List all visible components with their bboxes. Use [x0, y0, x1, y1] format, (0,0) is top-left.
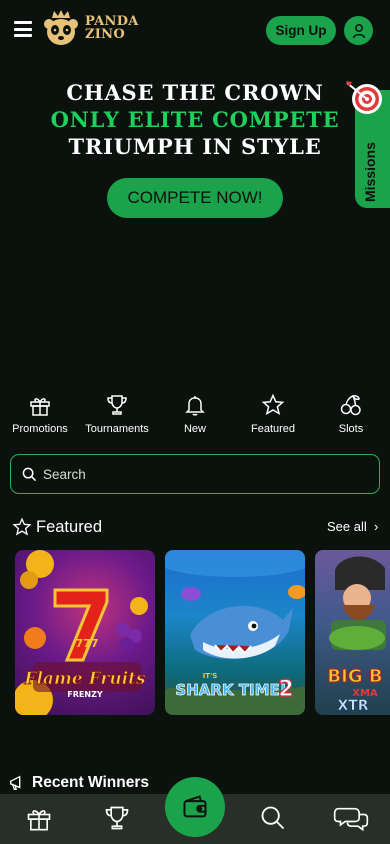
- cherries-icon: [340, 395, 361, 416]
- trophy-icon: [105, 806, 129, 830]
- hero-banner: CHASE THE CROWN ONLY ELITE COMPETE TRIUM…: [0, 62, 390, 382]
- bell-icon: [185, 396, 205, 416]
- game-title: SHARK TIME!: [175, 681, 286, 699]
- user-icon: [352, 23, 365, 38]
- logo[interactable]: PANDA ZINO: [40, 8, 139, 48]
- top-bar: PANDA ZINO Sign Up: [0, 0, 390, 62]
- user-account-button[interactable]: [344, 16, 373, 45]
- missions-label: Missions: [362, 142, 378, 202]
- game-thumbnail: 777 Flame Fruits FRENZY: [15, 550, 148, 715]
- category-label: New: [183, 423, 206, 435]
- target-icon: [346, 81, 382, 114]
- game-card-big-bass-xmas-xtreme[interactable]: BIG B XMA XTR: [315, 550, 390, 715]
- chat-icon: [333, 807, 369, 832]
- wallet-icon: [183, 795, 207, 818]
- game-card-flame-fruits[interactable]: 777 Flame Fruits FRENZY: [15, 550, 155, 715]
- game-title: BIG B: [327, 666, 382, 687]
- hero-line-3: TRIUMPH IN STYLE: [68, 134, 322, 159]
- nav-chat[interactable]: [333, 804, 369, 837]
- game-title-prefix: IT'S: [203, 672, 218, 680]
- star-icon: [261, 393, 285, 416]
- hero-line-2: ONLY ELITE COMPETE: [50, 107, 340, 132]
- category-label: Promotions: [12, 423, 68, 435]
- nav-promotions[interactable]: [25, 804, 53, 837]
- category-featured[interactable]: Featured: [233, 393, 313, 435]
- compete-now-button[interactable]: COMPETE NOW!: [107, 178, 283, 218]
- search-input[interactable]: [43, 464, 363, 484]
- see-all-label: See all: [327, 519, 367, 534]
- game-title: Flame Fruits: [23, 669, 146, 689]
- recent-winners-header: Recent Winners: [8, 774, 149, 792]
- menu-icon[interactable]: [14, 21, 32, 37]
- star-icon: [12, 517, 32, 536]
- hero-line-1: CHASE THE CROWN: [66, 80, 324, 105]
- game-badge: 777: [76, 637, 99, 650]
- see-all-link[interactable]: See all ›: [327, 519, 378, 534]
- sign-up-button[interactable]: Sign Up: [266, 16, 336, 45]
- game-subtitle: FRENZY: [67, 690, 103, 699]
- game-card-shark-time-2[interactable]: IT'S SHARK TIME! 2: [165, 550, 305, 715]
- game-thumbnail: IT'S SHARK TIME! 2: [165, 550, 305, 715]
- game-title-number: 2: [278, 677, 293, 702]
- category-label: Tournaments: [85, 423, 149, 435]
- nav-search[interactable]: [259, 804, 287, 837]
- category-label: Slots: [338, 423, 364, 435]
- featured-header: Featured: [12, 517, 102, 537]
- category-label: Featured: [250, 423, 296, 435]
- category-bar: Promotions Tournaments New Featured Slot…: [0, 393, 390, 443]
- chevron-right-icon: ›: [370, 519, 379, 534]
- logo-text: PANDA ZINO: [85, 15, 139, 41]
- featured-title: Featured: [36, 517, 103, 536]
- gift-icon: [27, 810, 51, 831]
- category-promotions[interactable]: Promotions: [0, 393, 80, 435]
- category-new[interactable]: New: [155, 393, 235, 435]
- category-tournaments[interactable]: Tournaments: [77, 393, 157, 435]
- megaphone-icon: [10, 775, 21, 790]
- panda-logo-icon: [44, 10, 78, 45]
- gift-icon: [30, 398, 50, 416]
- game-thumbnail: BIG B XMA XTR: [327, 556, 386, 714]
- search-icon: [261, 806, 285, 830]
- nav-tournaments[interactable]: [103, 804, 131, 837]
- recent-winners-title: Recent Winners: [32, 774, 149, 791]
- wallet-button[interactable]: [165, 777, 225, 837]
- logo-line2: ZINO: [85, 27, 125, 42]
- search-bar[interactable]: [10, 454, 380, 494]
- trophy-icon: [107, 395, 127, 415]
- search-icon: [22, 467, 37, 482]
- category-slots[interactable]: Slots: [311, 393, 390, 435]
- game-subtitle-2: XTR: [337, 698, 368, 714]
